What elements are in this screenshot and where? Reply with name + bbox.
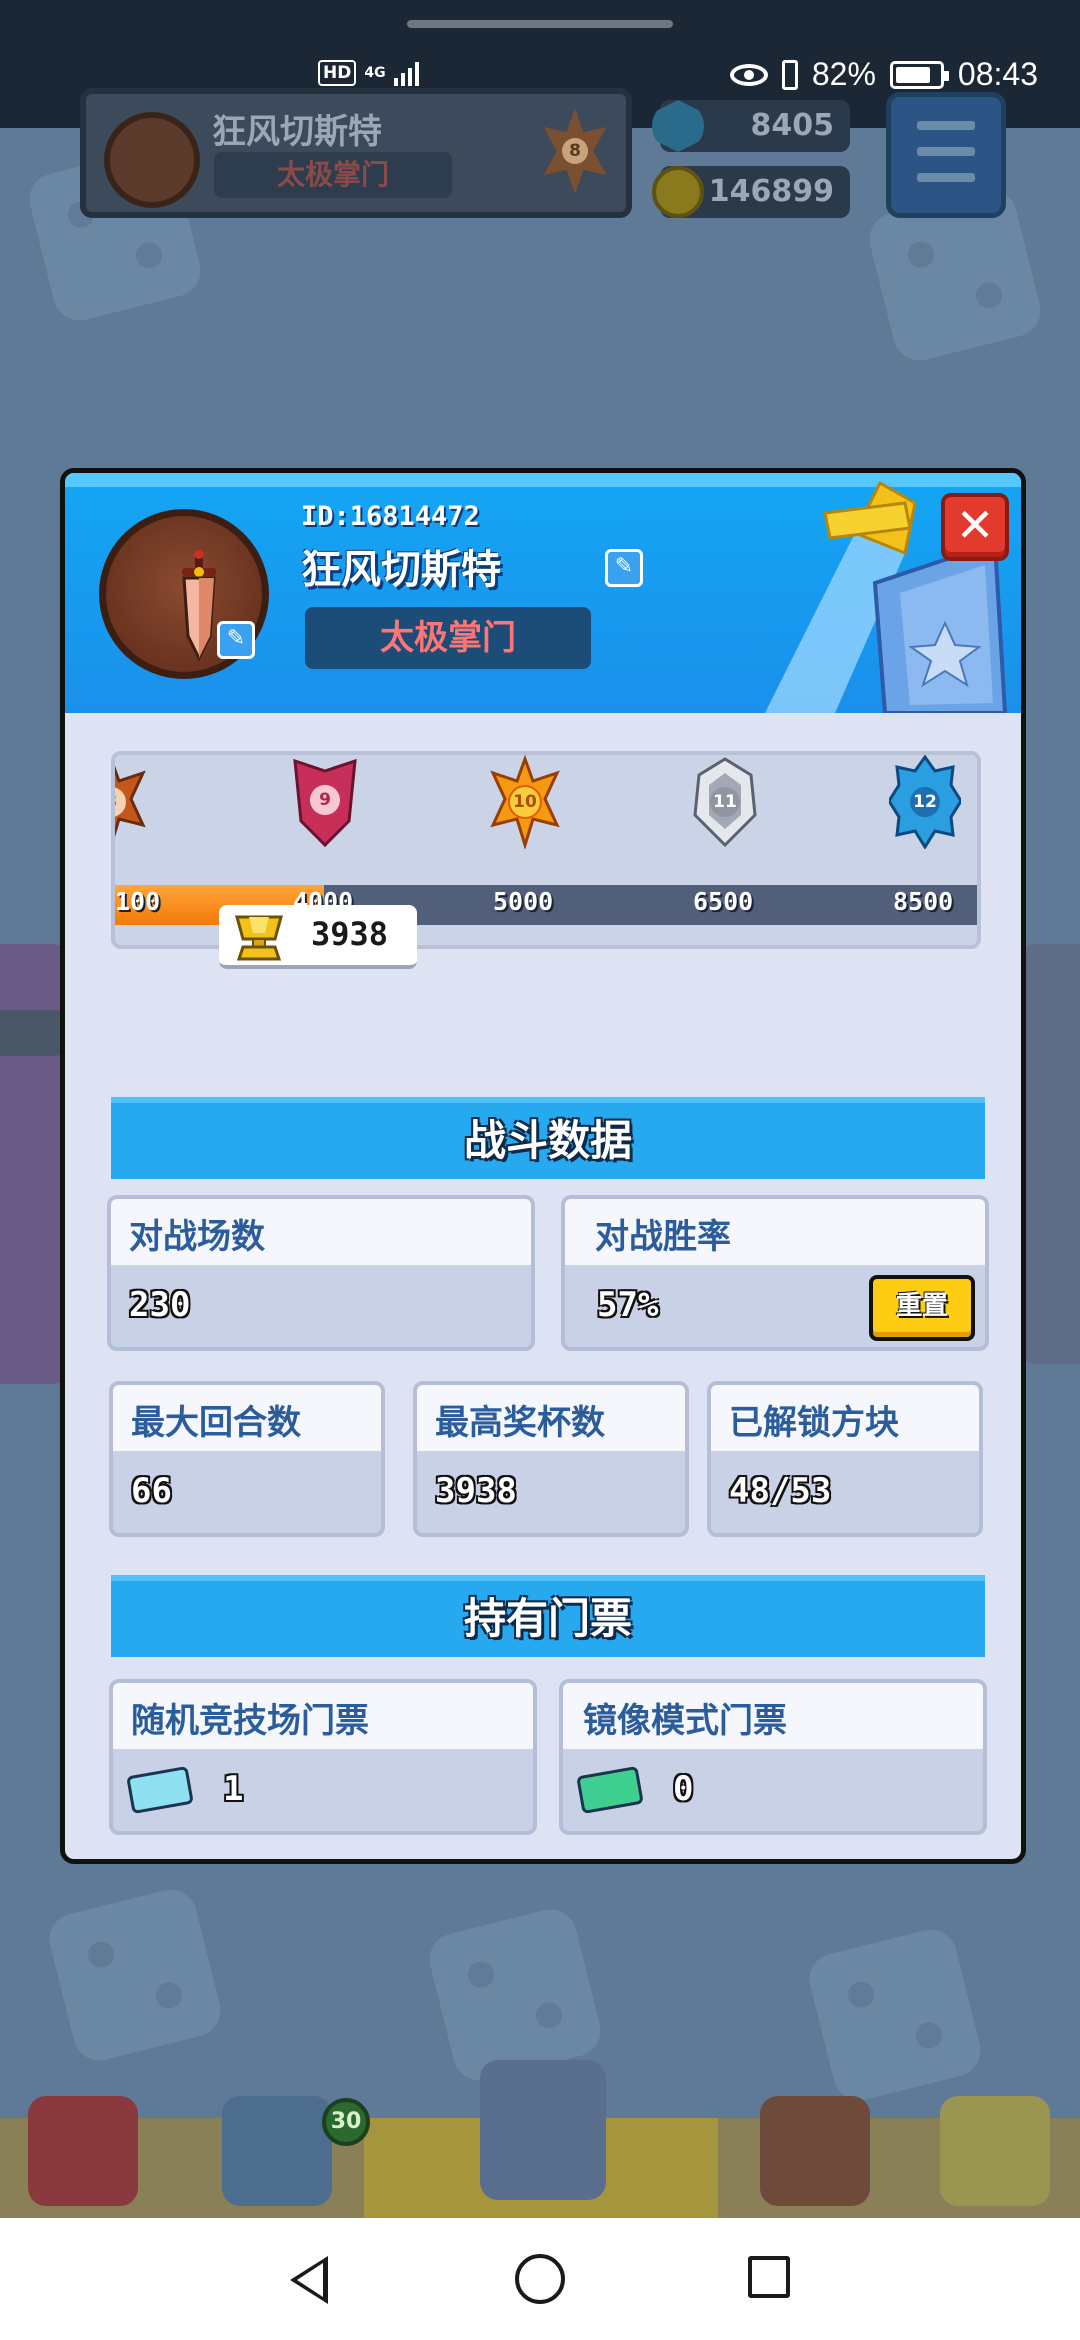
rank-badge-number: 12 — [910, 787, 940, 817]
tickets-heading: 持有门票 — [463, 1594, 632, 1643]
current-trophies-value: 3938 — [311, 915, 389, 953]
rank-badge: 11 — [689, 755, 761, 849]
clock: 08:43 — [957, 56, 1038, 92]
max-rounds-value: 66 — [131, 1471, 172, 1511]
rank-badge-number: 9 — [310, 785, 340, 815]
edit-name-icon[interactable]: ✎ — [605, 549, 643, 587]
random-arena-ticket-card: 随机竞技场门票 1 — [109, 1679, 537, 1835]
close-icon: ✕ — [955, 498, 995, 552]
battle-shield-icon[interactable] — [480, 2060, 606, 2200]
recent-apps-icon[interactable] — [748, 2256, 790, 2298]
home-icon[interactable] — [515, 2254, 565, 2304]
status-right: 82% 08:43 — [729, 56, 1038, 93]
close-button[interactable]: ✕ — [941, 493, 1009, 561]
rank-badge-number: 10 — [510, 787, 540, 817]
menu-icon[interactable] — [886, 92, 1006, 218]
unlocked-blocks-card: 已解锁方块 48/53 — [707, 1381, 983, 1537]
mirror-ticket-count: 0 — [673, 1769, 694, 1809]
player-id: ID:16814472 — [301, 501, 480, 532]
quest-box-icon[interactable] — [222, 2096, 332, 2206]
reset-button[interactable]: 重置 — [869, 1275, 975, 1341]
battery-icon — [889, 60, 949, 89]
battery-percent: 82% — [811, 56, 876, 92]
rank-badge: 8 — [115, 755, 147, 849]
bg-dice-decoration — [44, 1884, 226, 2066]
milestone-label: 5000 — [493, 887, 554, 916]
max-rounds-label: 最大回合数 — [131, 1403, 301, 1443]
board-icon[interactable] — [760, 2096, 870, 2206]
side-panel-right — [1024, 944, 1080, 1364]
hud-player-title: 太极掌门 — [214, 152, 452, 198]
milestone-label: 6500 — [693, 887, 754, 916]
hud-avatar — [104, 112, 200, 208]
status-left: HD 4G — [318, 60, 419, 86]
unlocked-blocks-value: 48/53 — [729, 1471, 832, 1511]
side-panel-left-slot — [0, 1010, 64, 1056]
hud-rank-number: 8 — [562, 138, 588, 164]
milestone-label: 100 — [115, 887, 161, 916]
winrate-card: 对战胜率 57% 重置 — [561, 1195, 989, 1351]
quest-count-badge: 30 — [322, 2098, 370, 2146]
current-trophies-tag: 3938 — [219, 905, 417, 969]
back-icon[interactable] — [290, 2256, 328, 2304]
battle-stats-banner: 战斗数据 — [111, 1097, 985, 1179]
bg-dice-decoration — [424, 1904, 606, 2086]
rank-badge: 9 — [289, 755, 361, 849]
max-trophies-card: 最高奖杯数 3938 — [413, 1381, 689, 1537]
profile-header: ✎ ID:16814472 狂风切斯特 ✎ 太极掌门 ✕ — [65, 473, 1021, 713]
max-trophies-label: 最高奖杯数 — [435, 1403, 605, 1443]
signal-icon — [393, 60, 419, 86]
bg-dice-decoration — [804, 1924, 986, 2106]
ticket-icon — [576, 1765, 644, 1815]
rank-badge-number: 11 — [710, 787, 740, 817]
trophy-icon — [235, 915, 283, 961]
tickets-banner: 持有门票 — [111, 1575, 985, 1657]
random-arena-ticket-label: 随机竞技场门票 — [131, 1701, 369, 1741]
eye-comfort-icon — [729, 63, 768, 86]
winrate-label: 对战胜率 — [595, 1217, 731, 1257]
notch-pill — [407, 20, 673, 28]
random-arena-ticket-count: 1 — [223, 1769, 244, 1809]
mirror-ticket-card: 镜像模式门票 0 — [559, 1679, 987, 1835]
shop-icon[interactable] — [28, 2096, 138, 2206]
matches-value: 230 — [129, 1285, 191, 1325]
coin-icon — [652, 166, 704, 218]
rank-badge: 12 — [887, 755, 963, 850]
matches-card: 对战场数 230 — [107, 1195, 535, 1351]
ticket-icon — [126, 1765, 194, 1815]
hd-indicator: HD — [318, 60, 357, 86]
player-name: 狂风切斯特 — [301, 547, 501, 593]
milestone-label: 8500 — [893, 887, 954, 916]
arcade-icon[interactable] — [940, 2096, 1050, 2206]
sword-avatar-icon — [182, 550, 216, 662]
max-rounds-card: 最大回合数 66 — [109, 1381, 385, 1537]
mirror-ticket-label: 镜像模式门票 — [583, 1701, 787, 1741]
player-title-badge[interactable]: 太极掌门 — [305, 607, 591, 669]
hud-player-name: 狂风切斯特 — [212, 112, 382, 152]
unlocked-blocks-label: 已解锁方块 — [729, 1403, 899, 1443]
network-type: 4G — [364, 65, 386, 81]
max-trophies-value: 3938 — [435, 1471, 517, 1511]
matches-label: 对战场数 — [129, 1217, 265, 1257]
vibrate-icon — [781, 59, 798, 90]
edit-avatar-icon[interactable]: ✎ — [217, 621, 255, 659]
rank-badge: 10 — [489, 755, 561, 851]
winrate-value: 57% — [597, 1285, 659, 1325]
profile-modal: ✎ ID:16814472 狂风切斯特 ✎ 太极掌门 ✕ 8 9 10 — [60, 468, 1026, 1864]
battle-stats-heading: 战斗数据 — [463, 1116, 632, 1165]
